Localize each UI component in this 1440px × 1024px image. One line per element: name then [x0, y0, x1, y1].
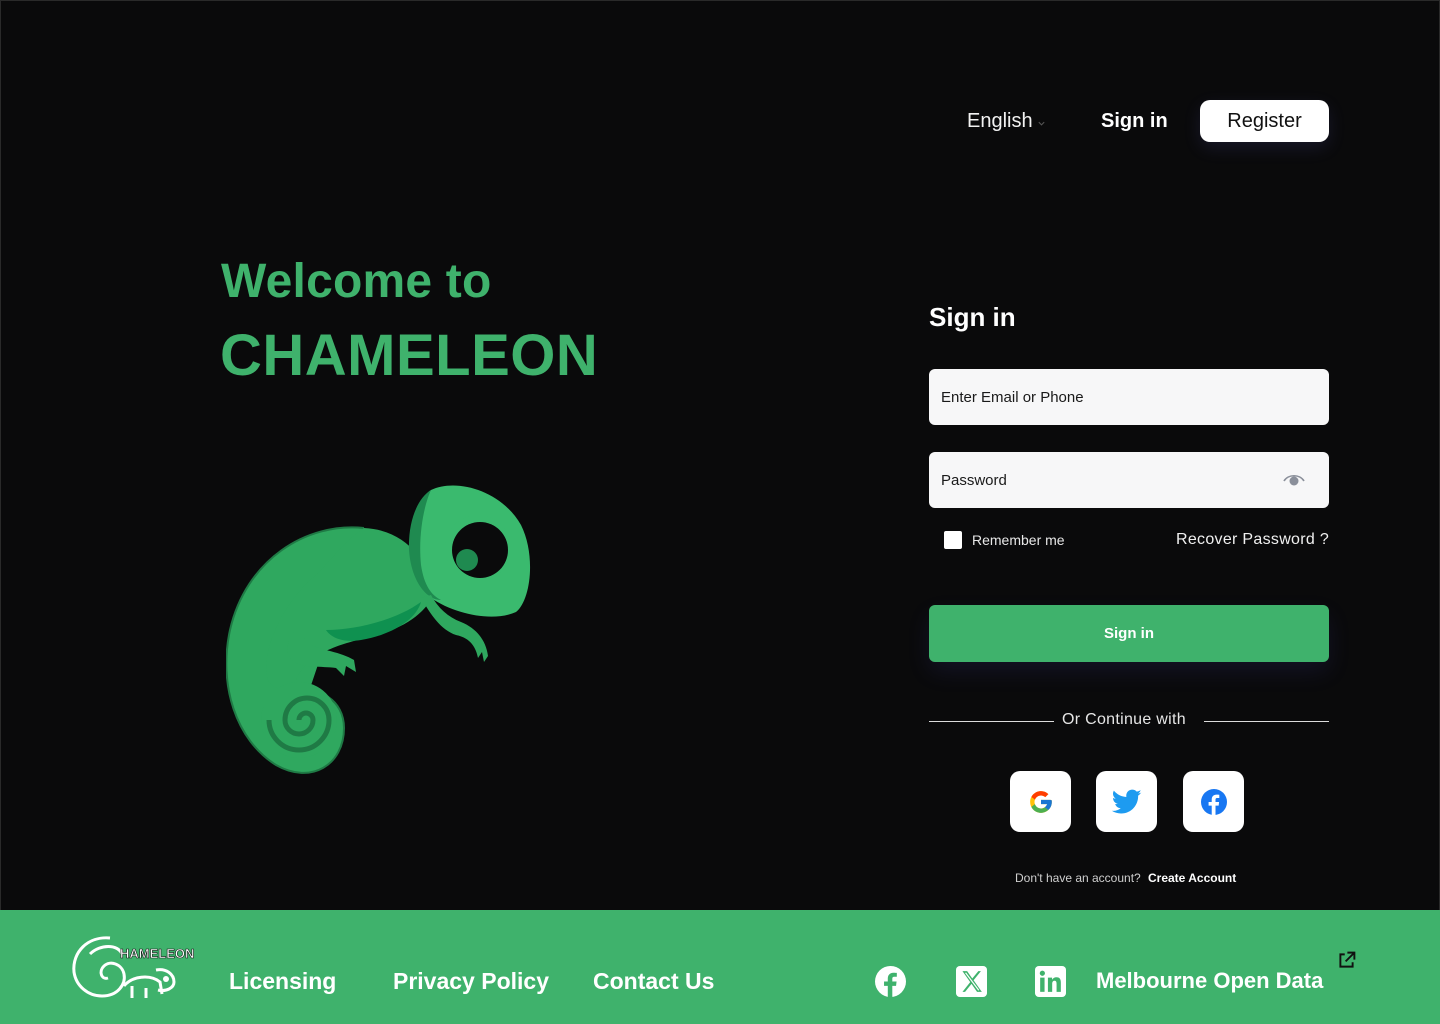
chameleon-illustration — [226, 485, 531, 774]
language-label: English — [967, 109, 1033, 132]
eye-icon[interactable] — [1283, 471, 1305, 489]
hero-welcome: Welcome to — [221, 255, 492, 308]
twitter-signin-button[interactable] — [1096, 771, 1157, 832]
create-account-link[interactable]: Create Account — [1148, 871, 1236, 885]
facebook-icon[interactable] — [875, 966, 906, 997]
footer-link-privacy[interactable]: Privacy Policy — [393, 968, 549, 995]
x-icon[interactable] — [956, 966, 987, 997]
divider-line-left — [929, 721, 1054, 722]
divider-line-right — [1204, 721, 1329, 722]
footer: HAMELEON Licensing Privacy Policy Contac… — [0, 910, 1440, 1024]
register-button[interactable]: Register — [1200, 100, 1329, 142]
nav-signin-link[interactable]: Sign in — [1101, 110, 1168, 133]
facebook-signin-button[interactable] — [1183, 771, 1244, 832]
google-signin-button[interactable] — [1010, 771, 1071, 832]
email-field[interactable] — [929, 369, 1329, 425]
signin-submit-button[interactable]: Sign in — [929, 605, 1329, 662]
password-field[interactable] — [929, 452, 1329, 508]
footer-link-contact[interactable]: Contact Us — [593, 968, 714, 995]
google-icon — [1029, 790, 1052, 813]
melbourne-open-data-link[interactable]: Melbourne Open Data — [1096, 968, 1323, 994]
language-select[interactable]: English — [967, 110, 1046, 133]
no-account-text: Don't have an account? — [1015, 871, 1141, 885]
chevron-down-icon — [1038, 121, 1045, 126]
divider-text: Or Continue with — [1062, 711, 1186, 728]
remember-checkbox[interactable] — [944, 531, 962, 549]
facebook-icon — [1200, 788, 1227, 815]
twitter-icon — [1111, 789, 1141, 813]
footer-logo-text: HAMELEON — [120, 946, 194, 961]
hero-brand: CHAMELEON — [220, 323, 599, 388]
footer-logo[interactable]: HAMELEON — [70, 934, 194, 1004]
remember-me[interactable]: Remember me — [944, 531, 1065, 549]
external-link-icon[interactable] — [1336, 950, 1357, 971]
linkedin-icon[interactable] — [1035, 966, 1066, 997]
recover-password-link[interactable]: Recover Password ? — [1176, 531, 1329, 549]
signin-title: Sign in — [929, 302, 1016, 332]
footer-link-licensing[interactable]: Licensing — [229, 968, 336, 995]
top-nav: English Sign in Register — [960, 100, 1330, 142]
remember-label: Remember me — [972, 532, 1065, 548]
continue-divider: Or Continue with — [929, 711, 1329, 731]
